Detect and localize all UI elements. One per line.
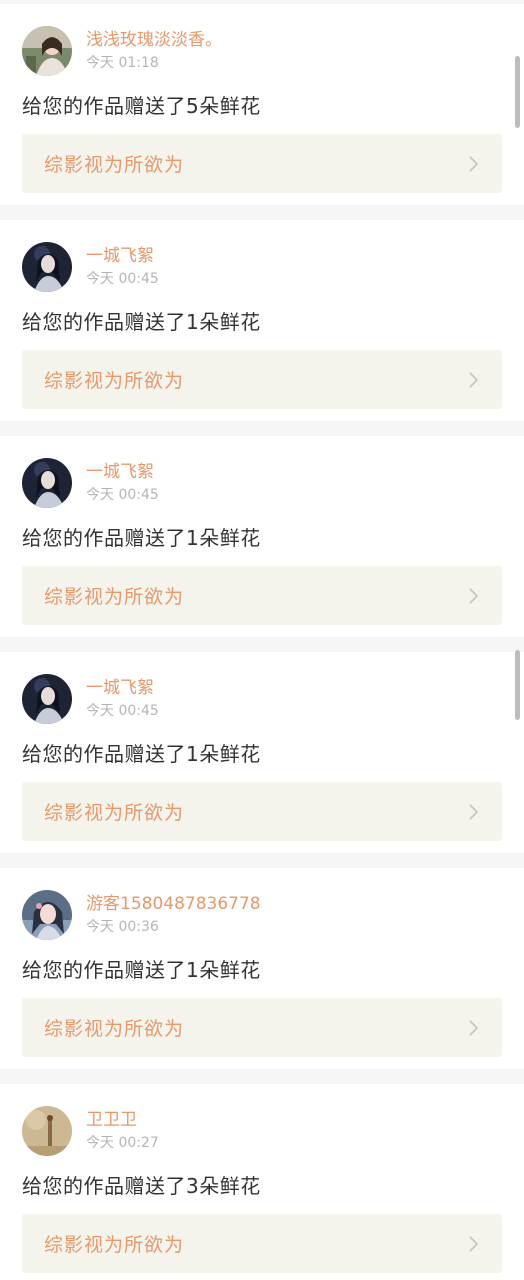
chevron-right-icon (469, 1019, 479, 1036)
notification-feed[interactable]: 浅浅玫瑰淡淡香。 今天 01:18 给您的作品赠送了5朵鲜花 综影视为所欲为 一… (0, 0, 524, 1280)
timestamp: 今天 00:36 (86, 919, 159, 935)
card-header: 一城飞絮 今天 00:45 (22, 674, 502, 724)
work-link-button[interactable]: 综影视为所欲为 (22, 998, 502, 1057)
timestamp: 今天 00:27 (86, 1135, 159, 1151)
scrollbar-thumb[interactable] (515, 56, 520, 128)
notification-card: 一城飞絮 今天 00:45 给您的作品赠送了1朵鲜花 综影视为所欲为 (0, 652, 524, 853)
username[interactable]: 一城飞絮 (86, 461, 159, 483)
chevron-right-icon (469, 1235, 479, 1252)
avatar-man-dark-portrait-icon[interactable] (22, 458, 72, 508)
gift-message: 给您的作品赠送了1朵鲜花 (22, 958, 261, 982)
username[interactable]: 一城飞絮 (86, 677, 159, 699)
user-meta: 浅浅玫瑰淡淡香。 今天 01:18 (86, 29, 222, 73)
card-header: 浅浅玫瑰淡淡香。 今天 01:18 (22, 26, 502, 76)
user-meta: 一城飞絮 今天 00:45 (86, 461, 159, 505)
timestamp: 今天 00:45 (86, 271, 159, 287)
timestamp: 今天 00:45 (86, 703, 159, 719)
user-meta: 游客1580487836778 今天 00:36 (86, 893, 261, 937)
notification-card: 卫卫卫 今天 00:27 给您的作品赠送了3朵鲜花 综影视为所欲为 (0, 1084, 524, 1280)
work-title: 综影视为所欲为 (44, 1234, 185, 1256)
username[interactable]: 浅浅玫瑰淡淡香。 (86, 29, 222, 51)
notification-card: 一城飞絮 今天 00:45 给您的作品赠送了1朵鲜花 综影视为所欲为 (0, 220, 524, 421)
card-header: 卫卫卫 今天 00:27 (22, 1106, 502, 1156)
chevron-right-icon (469, 155, 479, 172)
avatar-girl-portrait-icon[interactable] (22, 26, 72, 76)
avatar-man-dark-portrait-icon[interactable] (22, 674, 72, 724)
timestamp: 今天 00:45 (86, 487, 159, 503)
notification-card: 一城飞絮 今天 00:45 给您的作品赠送了1朵鲜花 综影视为所欲为 (0, 436, 524, 637)
chevron-right-icon (469, 803, 479, 820)
user-meta: 卫卫卫 今天 00:27 (86, 1109, 159, 1153)
gift-message: 给您的作品赠送了1朵鲜花 (22, 310, 261, 334)
work-link-button[interactable]: 综影视为所欲为 (22, 782, 502, 841)
chevron-right-icon (469, 587, 479, 604)
work-link-button[interactable]: 综影视为所欲为 (22, 350, 502, 409)
avatar-sepia-portrait-icon[interactable] (22, 1106, 72, 1156)
username[interactable]: 游客1580487836778 (86, 893, 261, 915)
username[interactable]: 卫卫卫 (86, 1109, 159, 1131)
gift-message: 给您的作品赠送了5朵鲜花 (22, 94, 261, 118)
work-link-button[interactable]: 综影视为所欲为 (22, 1214, 502, 1273)
username[interactable]: 一城飞絮 (86, 245, 159, 267)
notification-card: 浅浅玫瑰淡淡香。 今天 01:18 给您的作品赠送了5朵鲜花 综影视为所欲为 (0, 4, 524, 205)
gift-message: 给您的作品赠送了1朵鲜花 (22, 742, 261, 766)
work-link-button[interactable]: 综影视为所欲为 (22, 566, 502, 625)
work-title: 综影视为所欲为 (44, 586, 185, 608)
card-header: 一城飞絮 今天 00:45 (22, 458, 502, 508)
gift-message: 给您的作品赠送了1朵鲜花 (22, 526, 261, 550)
notification-card: 游客1580487836778 今天 00:36 给您的作品赠送了1朵鲜花 综影… (0, 868, 524, 1069)
card-header: 游客1580487836778 今天 00:36 (22, 890, 502, 940)
avatar-man-dark-portrait-icon[interactable] (22, 242, 72, 292)
work-title: 综影视为所欲为 (44, 154, 185, 176)
work-title: 综影视为所欲为 (44, 802, 185, 824)
work-link-button[interactable]: 综影视为所欲为 (22, 134, 502, 193)
card-header: 一城飞絮 今天 00:45 (22, 242, 502, 292)
timestamp: 今天 01:18 (86, 55, 159, 71)
avatar-anime-girl-portrait-icon[interactable] (22, 890, 72, 940)
user-meta: 一城飞絮 今天 00:45 (86, 677, 159, 721)
scrollbar-thumb[interactable] (515, 650, 520, 720)
work-title: 综影视为所欲为 (44, 370, 185, 392)
user-meta: 一城飞絮 今天 00:45 (86, 245, 159, 289)
chevron-right-icon (469, 371, 479, 388)
work-title: 综影视为所欲为 (44, 1018, 185, 1040)
gift-message: 给您的作品赠送了3朵鲜花 (22, 1174, 261, 1198)
